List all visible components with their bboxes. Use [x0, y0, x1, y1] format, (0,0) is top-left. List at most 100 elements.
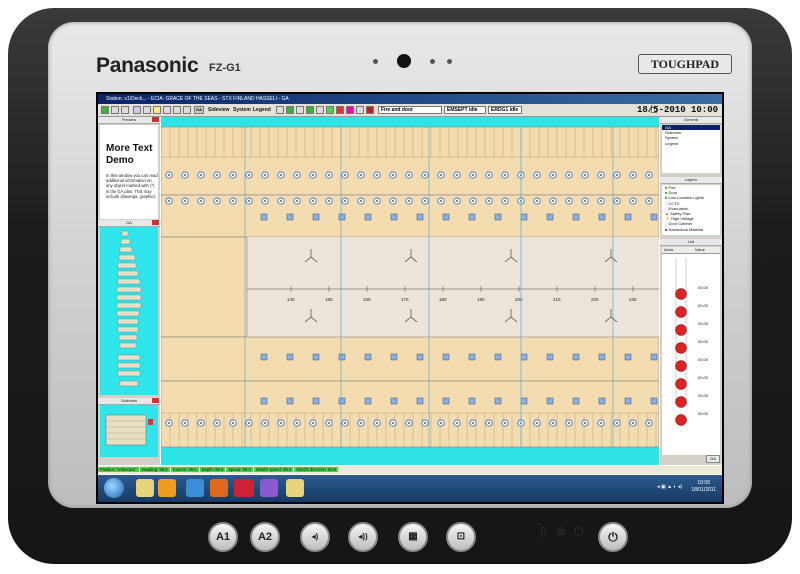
- sprinkler-dot: [184, 200, 186, 202]
- system-button[interactable]: System: [233, 106, 251, 114]
- windows-button[interactable]: ▦: [398, 522, 428, 552]
- explorer-icon[interactable]: [136, 479, 154, 497]
- sprinkler-dot: [264, 422, 266, 424]
- actor-value: 00.00: [698, 357, 709, 362]
- tool-button[interactable]: [121, 106, 129, 114]
- fire-door-dropdown[interactable]: Fire and door: [378, 106, 442, 114]
- taskbar-clock[interactable]: 10:09 18/01/2011: [691, 480, 716, 494]
- ga-button[interactable]: GA: [194, 106, 204, 114]
- layers-list: ■ Fire ■ Door ■ Low Location Lights □ CC…: [662, 185, 720, 235]
- layer-hazardous[interactable]: ■ Hazardous Material: [662, 227, 720, 232]
- sprinkler-dot: [264, 200, 266, 202]
- ergo-dropdown[interactable]: ERDG1 idle: [488, 106, 522, 114]
- actor-icon: [675, 378, 687, 390]
- sprinkler-dot: [488, 422, 490, 424]
- layer-icon[interactable]: [346, 106, 354, 114]
- emergency-dropdown[interactable]: EMSEPT idle: [444, 106, 486, 114]
- volume-down-button[interactable]: ◂): [300, 522, 330, 552]
- promenade: [247, 237, 659, 337]
- rotate-lock-button[interactable]: ⊡: [446, 522, 476, 552]
- sprinkler-dot: [600, 200, 602, 202]
- frame-label: 220: [591, 297, 599, 302]
- a1-button[interactable]: A1: [208, 522, 238, 552]
- media-player-icon[interactable]: [210, 479, 228, 497]
- sideview-diagram[interactable]: [100, 405, 158, 457]
- browser-icon[interactable]: [186, 479, 204, 497]
- lower-deck: [160, 380, 660, 448]
- actor-icon: [675, 396, 687, 408]
- power-button[interactable]: ⏻: [598, 522, 628, 552]
- sideview-button[interactable]: Sideview: [208, 106, 229, 114]
- folder-icon[interactable]: [286, 479, 304, 497]
- layer-icon[interactable]: [356, 106, 364, 114]
- close-icon[interactable]: [152, 117, 159, 122]
- app-icon[interactable]: [158, 479, 176, 497]
- sprinkler-dot: [184, 422, 186, 424]
- sprinkler-dot: [248, 200, 250, 202]
- deck-plan-map[interactable]: 140 150 160 170 180 190 200 210 220 230: [160, 117, 660, 465]
- layer-icon[interactable]: [286, 106, 294, 114]
- col-value[interactable]: Value: [695, 247, 720, 253]
- ga-tab[interactable]: GA: [706, 455, 720, 463]
- layer-icon[interactable]: [326, 106, 334, 114]
- app-icon[interactable]: [260, 479, 278, 497]
- volume-up-button[interactable]: ◂)): [348, 522, 378, 552]
- sprinkler-dot: [536, 200, 538, 202]
- fire-door-icon: [442, 213, 450, 221]
- layer-icon[interactable]: [316, 106, 324, 114]
- fire-door-icon: [286, 353, 294, 361]
- zoom-fit-icon[interactable]: [173, 106, 181, 114]
- green-button[interactable]: [101, 106, 109, 114]
- sprinkler-dot: [424, 422, 426, 424]
- fire-door-icon: [598, 397, 606, 405]
- frame-label: 200: [515, 297, 523, 302]
- status-wind-direction: Wind's direction: 99.0: [294, 467, 339, 472]
- fire-door-icon: [494, 353, 502, 361]
- layer-icon[interactable]: [276, 106, 284, 114]
- general-panel-title: General: [660, 117, 722, 124]
- system-tray[interactable]: ◂ ▣ ▲ ◐ ◂): [657, 484, 682, 490]
- stop-icon[interactable]: [366, 106, 374, 114]
- fire-door-icon: [546, 213, 554, 221]
- legend-button[interactable]: Legend: [253, 106, 271, 114]
- fire-door-icon: [416, 213, 424, 221]
- actor-list: Actor Value 00.00 00.00 00.00 00.00 00.0…: [662, 247, 720, 455]
- sprinkler-dot: [344, 422, 346, 424]
- fire-door-icon: [416, 353, 424, 361]
- fire-door-icon: [364, 353, 372, 361]
- close-icon[interactable]: [152, 398, 159, 403]
- sprinkler-dot: [216, 200, 218, 202]
- zoom-out-icon[interactable]: [163, 106, 171, 114]
- zoom-in-icon[interactable]: [153, 106, 161, 114]
- pointer-icon[interactable]: [133, 106, 141, 114]
- sprinkler-dot: [328, 200, 330, 202]
- ga-overview[interactable]: [100, 227, 158, 395]
- layer-icon[interactable]: [306, 106, 314, 114]
- ga-overview-deck-list: [116, 230, 142, 387]
- sprinkler-dot: [392, 174, 394, 176]
- sprinkler-dot: [472, 422, 474, 424]
- app-icon[interactable]: [234, 479, 254, 497]
- frame-label: 160: [363, 297, 371, 302]
- col-actor[interactable]: Actor: [662, 247, 695, 253]
- actor-icon: [675, 360, 687, 372]
- alarm-icon[interactable]: [336, 106, 344, 114]
- close-icon[interactable]: [152, 220, 159, 225]
- deck-plan: 140 150 160 170 180 190 200 210 220 230: [160, 126, 660, 448]
- sprinkler-dot: [280, 174, 282, 176]
- general-item-legend[interactable]: Legend: [662, 141, 720, 146]
- tool-button[interactable]: [111, 106, 119, 114]
- general-title-text: General: [683, 117, 699, 122]
- a2-button[interactable]: A2: [250, 522, 280, 552]
- power-status-icon: ⏻: [574, 524, 584, 538]
- start-button[interactable]: [104, 478, 124, 498]
- zoom-area-icon[interactable]: [183, 106, 191, 114]
- undo-icon[interactable]: [143, 106, 151, 114]
- fire-door-icon: [650, 397, 658, 405]
- sprinkler-dot: [504, 422, 506, 424]
- frame-label: 150: [325, 297, 333, 302]
- layer-icon[interactable]: [296, 106, 304, 114]
- frame-label: 230: [629, 297, 637, 302]
- sprinkler-dot: [296, 200, 298, 202]
- fire-door-icon: [520, 213, 528, 221]
